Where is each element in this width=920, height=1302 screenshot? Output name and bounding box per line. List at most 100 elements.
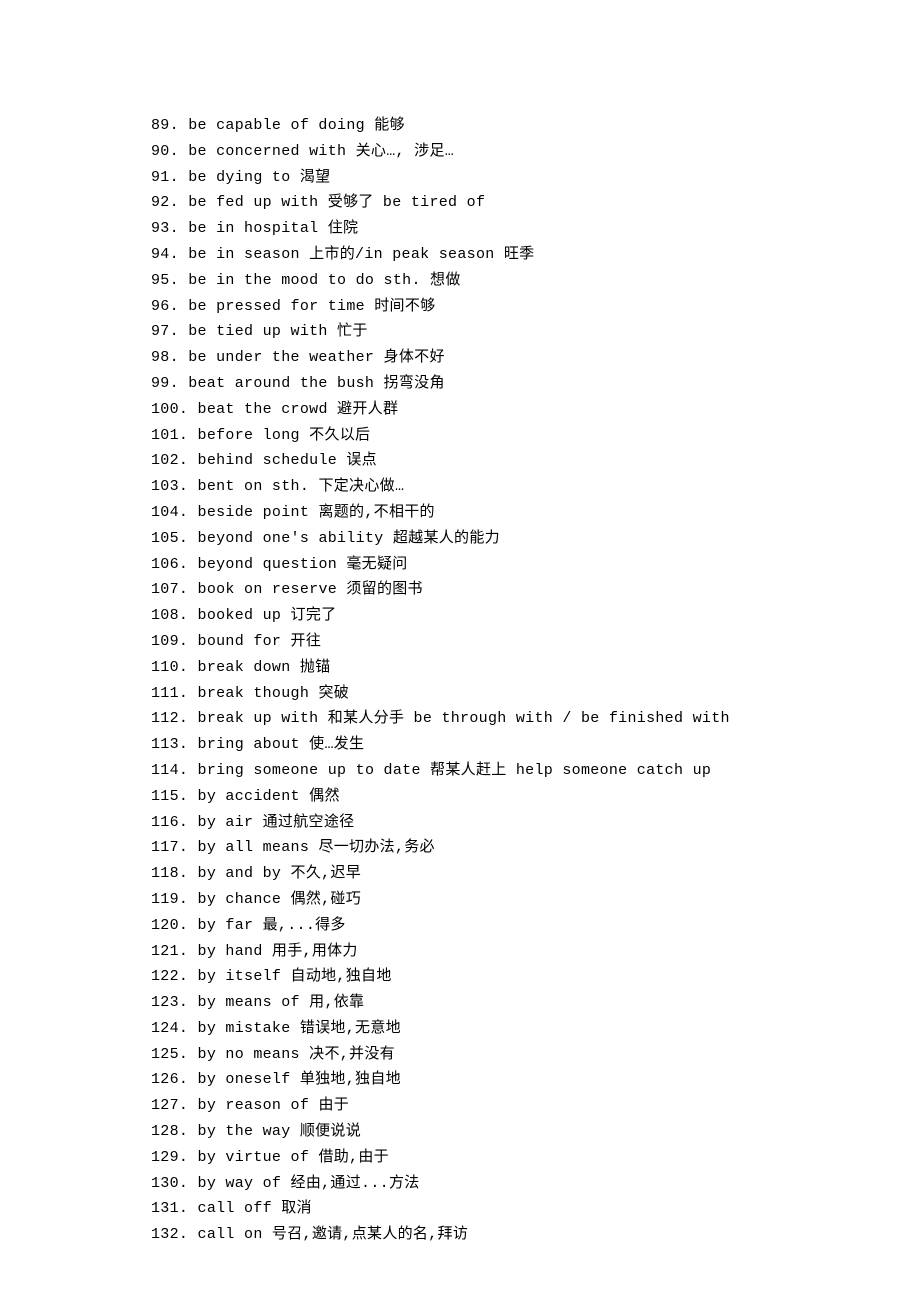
entry-text: by and by 不久,迟早 bbox=[188, 865, 361, 882]
list-item: 112. break up with 和某人分手 be through with… bbox=[151, 706, 770, 732]
list-item: 130. by way of 经由,通过...方法 bbox=[151, 1171, 770, 1197]
entry-number: 95. bbox=[151, 272, 179, 289]
entry-text: break up with 和某人分手 be through with / be… bbox=[188, 710, 730, 727]
entry-number: 127. bbox=[151, 1097, 188, 1114]
entry-text: call on 号召,邀请,点某人的名,拜访 bbox=[188, 1226, 468, 1243]
entry-number: 97. bbox=[151, 323, 179, 340]
list-item: 119. by chance 偶然,碰巧 bbox=[151, 887, 770, 913]
list-item: 114. bring someone up to date 帮某人赶上 help… bbox=[151, 758, 770, 784]
list-item: 94. be in season 上市的/in peak season 旺季 bbox=[151, 242, 770, 268]
entry-number: 126. bbox=[151, 1071, 188, 1088]
entry-number: 89. bbox=[151, 117, 179, 134]
list-item: 129. by virtue of 借助,由于 bbox=[151, 1145, 770, 1171]
entry-number: 109. bbox=[151, 633, 188, 650]
entry-text: by no means 决不,并没有 bbox=[188, 1046, 395, 1063]
list-item: 101. before long 不久以后 bbox=[151, 423, 770, 449]
entry-number: 96. bbox=[151, 298, 179, 315]
entry-text: by way of 经由,通过...方法 bbox=[188, 1175, 419, 1192]
list-item: 131. call off 取消 bbox=[151, 1196, 770, 1222]
entry-number: 105. bbox=[151, 530, 188, 547]
entry-text: be in season 上市的/in peak season 旺季 bbox=[179, 246, 535, 263]
entry-text: by oneself 单独地,独自地 bbox=[188, 1071, 401, 1088]
list-item: 105. beyond one's ability 超越某人的能力 bbox=[151, 526, 770, 552]
list-item: 118. by and by 不久,迟早 bbox=[151, 861, 770, 887]
entry-number: 93. bbox=[151, 220, 179, 237]
entry-number: 106. bbox=[151, 556, 188, 573]
list-item: 92. be fed up with 受够了 be tired of bbox=[151, 190, 770, 216]
entry-number: 130. bbox=[151, 1175, 188, 1192]
entry-text: be in hospital 住院 bbox=[179, 220, 358, 237]
entry-text: by the way 顺便说说 bbox=[188, 1123, 361, 1140]
entry-number: 100. bbox=[151, 401, 188, 418]
entry-text: be under the weather 身体不好 bbox=[179, 349, 445, 366]
list-item: 106. beyond question 毫无疑问 bbox=[151, 552, 770, 578]
list-item: 120. by far 最,...得多 bbox=[151, 913, 770, 939]
list-item: 111. break though 突破 bbox=[151, 681, 770, 707]
list-item: 89. be capable of doing 能够 bbox=[151, 113, 770, 139]
list-item: 104. beside point 离题的,不相干的 bbox=[151, 500, 770, 526]
entry-number: 108. bbox=[151, 607, 188, 624]
list-item: 117. by all means 尽一切办法,务必 bbox=[151, 835, 770, 861]
entry-text: by far 最,...得多 bbox=[188, 917, 346, 934]
entry-text: by chance 偶然,碰巧 bbox=[188, 891, 361, 908]
entry-text: by reason of 由于 bbox=[188, 1097, 349, 1114]
list-item: 128. by the way 顺便说说 bbox=[151, 1119, 770, 1145]
entry-text: by mistake 错误地,无意地 bbox=[188, 1020, 401, 1037]
entry-text: by means of 用,依靠 bbox=[188, 994, 364, 1011]
entry-text: by itself 自动地,独自地 bbox=[188, 968, 391, 985]
entry-number: 103. bbox=[151, 478, 188, 495]
list-item: 124. by mistake 错误地,无意地 bbox=[151, 1016, 770, 1042]
entry-text: call off 取消 bbox=[188, 1200, 312, 1217]
entry-text: be tied up with 忙于 bbox=[179, 323, 368, 340]
list-item: 100. beat the crowd 避开人群 bbox=[151, 397, 770, 423]
list-item: 122. by itself 自动地,独自地 bbox=[151, 964, 770, 990]
entry-number: 121. bbox=[151, 943, 188, 960]
entry-text: beyond one's ability 超越某人的能力 bbox=[188, 530, 500, 547]
entry-number: 125. bbox=[151, 1046, 188, 1063]
entry-text: be capable of doing 能够 bbox=[179, 117, 405, 134]
entry-number: 129. bbox=[151, 1149, 188, 1166]
entry-number: 91. bbox=[151, 169, 179, 186]
entry-number: 101. bbox=[151, 427, 188, 444]
list-item: 121. by hand 用手,用体力 bbox=[151, 939, 770, 965]
list-item: 97. be tied up with 忙于 bbox=[151, 319, 770, 345]
entry-text: beat around the bush 拐弯没角 bbox=[179, 375, 445, 392]
entry-number: 99. bbox=[151, 375, 179, 392]
list-item: 125. by no means 决不,并没有 bbox=[151, 1042, 770, 1068]
entry-text: by all means 尽一切办法,务必 bbox=[188, 839, 435, 856]
list-item: 90. be concerned with 关心…, 涉足… bbox=[151, 139, 770, 165]
entry-number: 92. bbox=[151, 194, 179, 211]
list-item: 110. break down 抛锚 bbox=[151, 655, 770, 681]
entry-number: 122. bbox=[151, 968, 188, 985]
entry-number: 117. bbox=[151, 839, 188, 856]
entry-number: 110. bbox=[151, 659, 188, 676]
entry-number: 128. bbox=[151, 1123, 188, 1140]
entry-number: 113. bbox=[151, 736, 188, 753]
list-item: 102. behind schedule 误点 bbox=[151, 448, 770, 474]
list-item: 113. bring about 使…发生 bbox=[151, 732, 770, 758]
entry-number: 118. bbox=[151, 865, 188, 882]
entry-text: beyond question 毫无疑问 bbox=[188, 556, 407, 573]
entry-text: behind schedule 误点 bbox=[188, 452, 377, 469]
entry-text: break down 抛锚 bbox=[188, 659, 330, 676]
list-item: 95. be in the mood to do sth. 想做 bbox=[151, 268, 770, 294]
entry-text: by hand 用手,用体力 bbox=[188, 943, 358, 960]
entry-text: be in the mood to do sth. 想做 bbox=[179, 272, 461, 289]
entry-text: be fed up with 受够了 be tired of bbox=[179, 194, 485, 211]
entry-text: bring someone up to date 帮某人赶上 help some… bbox=[188, 762, 711, 779]
entry-text: bring about 使…发生 bbox=[188, 736, 364, 753]
entry-number: 115. bbox=[151, 788, 188, 805]
entry-number: 104. bbox=[151, 504, 188, 521]
entry-number: 131. bbox=[151, 1200, 188, 1217]
list-item: 98. be under the weather 身体不好 bbox=[151, 345, 770, 371]
entry-number: 107. bbox=[151, 581, 188, 598]
entry-text: be dying to 渴望 bbox=[179, 169, 331, 186]
list-item: 116. by air 通过航空途径 bbox=[151, 810, 770, 836]
entry-number: 98. bbox=[151, 349, 179, 366]
entry-text: break though 突破 bbox=[188, 685, 349, 702]
entry-text: be pressed for time 时间不够 bbox=[179, 298, 436, 315]
entry-number: 119. bbox=[151, 891, 188, 908]
list-item: 127. by reason of 由于 bbox=[151, 1093, 770, 1119]
list-item: 91. be dying to 渴望 bbox=[151, 165, 770, 191]
list-item: 109. bound for 开往 bbox=[151, 629, 770, 655]
